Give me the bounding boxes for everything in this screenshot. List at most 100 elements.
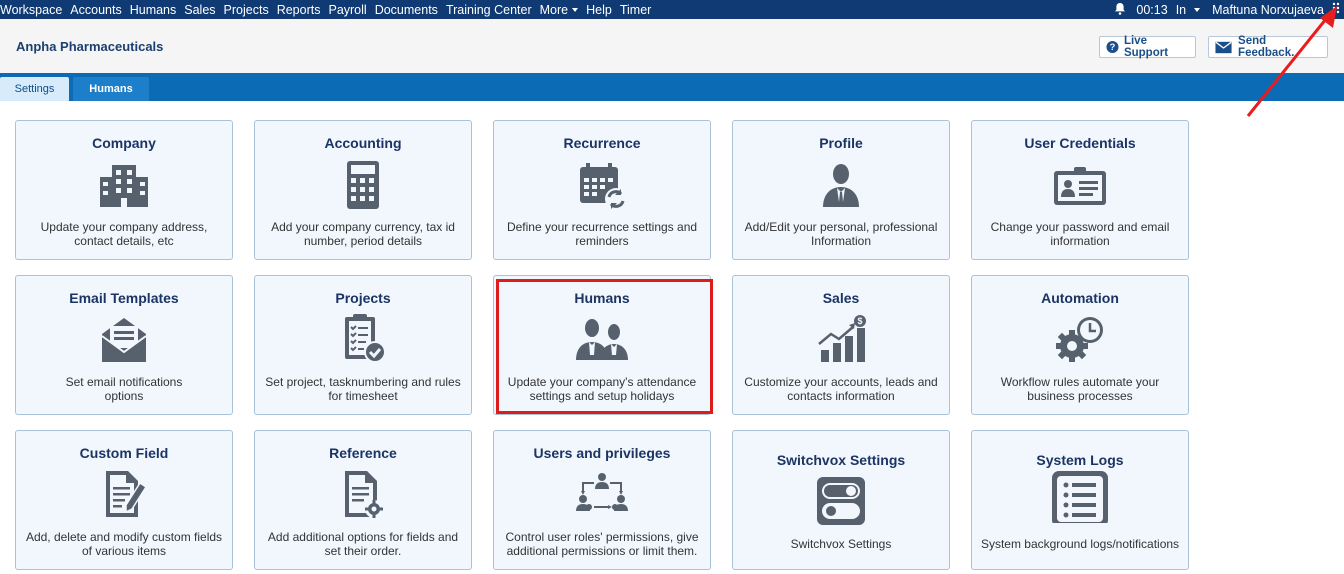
card-description-line1: Customize your accounts, leads and <box>744 375 938 389</box>
card-description-line1: Define your recurrence settings and <box>506 220 698 234</box>
card-title: Sales <box>822 290 860 306</box>
card-profile[interactable]: Profile Add/Edit your personal, professi… <box>732 120 950 260</box>
card-automation[interactable]: Automation Workflow rules automate your … <box>971 275 1189 415</box>
app-grid-icon[interactable] <box>1332 1 1340 18</box>
tab-humans[interactable]: Humans <box>73 77 149 101</box>
card-title: Reference <box>329 445 397 461</box>
live-support-button[interactable]: ? Live Support <box>1099 35 1196 59</box>
card-system-logs[interactable]: System Logs System background logs/notif… <box>971 430 1189 570</box>
envelope-icon <box>101 318 147 362</box>
card-description-line2: information <box>1050 234 1110 248</box>
card-description-line2: set their order. <box>324 544 402 558</box>
calendar-refresh-icon <box>580 163 627 210</box>
card-description-line2: number, period details <box>303 234 423 248</box>
menu-sales[interactable]: Sales <box>184 3 215 17</box>
tab-settings[interactable]: Settings <box>0 77 69 101</box>
toggle-switch-icon <box>817 477 865 525</box>
highlight-box <box>496 279 713 414</box>
company-name: Anpha Pharmaceuticals <box>16 39 164 54</box>
card-title: Users and privileges <box>533 445 671 461</box>
sales-chart-icon: $ <box>818 315 866 362</box>
card-description-line2: options <box>104 389 144 403</box>
menu-projects[interactable]: Projects <box>224 3 269 17</box>
card-description-line1: Switchvox Settings <box>790 537 892 551</box>
document-edit-icon <box>106 471 148 517</box>
card-description-line1: System background logs/notifications <box>980 537 1180 551</box>
user-area: 00:13 In Maftuna Norxujaeva <box>1114 0 1344 19</box>
card-switchvox-settings[interactable]: Switchvox Settings Switchvox Settings <box>732 430 950 570</box>
document-gear-icon <box>345 471 383 518</box>
card-description-line1: Set email notifications <box>65 375 183 389</box>
card-description-line1: Set project, tasknumbering and rules <box>265 375 461 389</box>
menu-payroll[interactable]: Payroll <box>328 3 366 17</box>
card-email-templates[interactable]: Email Templates Set email notifications … <box>15 275 233 415</box>
menu-more[interactable]: More <box>539 2 579 17</box>
question-circle-icon: ? <box>1106 40 1119 54</box>
menu-more-label: More <box>539 2 569 17</box>
card-description-line1: Add/Edit your personal, professional <box>744 220 938 234</box>
card-description-line1: Add additional options for fields and <box>267 530 459 544</box>
card-title: Company <box>92 135 156 151</box>
list-icon <box>1052 471 1108 523</box>
card-description-line2: Information <box>810 234 872 248</box>
card-recurrence[interactable]: Recurrence Define your recurrence settin… <box>493 120 711 260</box>
card-description-line2: contacts information <box>787 389 895 403</box>
menu-training-center[interactable]: Training Center <box>446 3 532 17</box>
card-description-line1: Change your password and email <box>990 220 1170 234</box>
card-description-line2: for timesheet <box>328 389 398 403</box>
menu-documents[interactable]: Documents <box>375 3 438 17</box>
attendance-status-label: In <box>1175 2 1187 17</box>
page-header: Anpha Pharmaceuticals ? Live Support Sen… <box>0 19 1344 73</box>
building-icon <box>100 165 148 207</box>
tab-bar: Settings Humans <box>0 73 1344 101</box>
envelope-icon <box>1215 41 1232 53</box>
calculator-icon <box>347 161 379 209</box>
card-user-credentials[interactable]: User Credentials Change your password an… <box>971 120 1189 260</box>
menu-humans[interactable]: Humans <box>130 3 177 17</box>
send-feedback-button[interactable]: Send Feedback. <box>1208 35 1328 59</box>
card-reference[interactable]: Reference Add additional options for fie… <box>254 430 472 570</box>
menu-help[interactable]: Help <box>586 3 612 17</box>
card-description-line1: Workflow rules automate your <box>1000 375 1160 389</box>
person-icon <box>823 164 859 207</box>
card-description-line1: Control user roles' permissions, give <box>505 530 699 544</box>
card-description-line2: additional permissions or limit them. <box>506 544 698 558</box>
card-projects[interactable]: Projects Set project, tasknumbering and … <box>254 275 472 415</box>
card-custom-field[interactable]: Custom Field Add, delete and modify cust… <box>15 430 233 570</box>
card-title: Email Templates <box>69 290 179 306</box>
card-description-line1: Update your company address, <box>40 220 208 234</box>
card-company[interactable]: Company Update your company address, con… <box>15 120 233 260</box>
card-sales[interactable]: Sales $ Customize your accounts, leads a… <box>732 275 950 415</box>
card-description-line2: contact details, etc <box>74 234 174 248</box>
svg-text:$: $ <box>857 316 862 326</box>
card-description-line2: business processes <box>1027 389 1133 403</box>
attendance-status-dropdown[interactable]: In <box>1175 2 1201 17</box>
chevron-down-icon <box>572 8 579 13</box>
chevron-down-icon <box>1194 8 1201 13</box>
card-title: System Logs <box>1036 452 1124 468</box>
card-users-and-privileges[interactable]: Users and privileges Control user roles'… <box>493 430 711 570</box>
menu-timer[interactable]: Timer <box>620 3 651 17</box>
card-title: Custom Field <box>79 445 169 461</box>
clipboard-check-icon <box>345 314 386 363</box>
id-card-icon <box>1054 167 1106 205</box>
users-network-icon <box>576 473 628 511</box>
gear-clock-icon <box>1056 317 1103 362</box>
card-title: Automation <box>1041 290 1119 306</box>
user-name[interactable]: Maftuna Norxujaeva <box>1212 3 1324 17</box>
menu-workspace[interactable]: Workspace <box>0 3 62 17</box>
card-description-line1: Add, delete and modify custom fields <box>25 530 223 544</box>
clock-time: 00:13 <box>1136 2 1168 17</box>
menu-accounts[interactable]: Accounts <box>70 3 121 17</box>
menu-reports[interactable]: Reports <box>277 3 321 17</box>
send-feedback-label: Send Feedback. <box>1238 35 1295 59</box>
svg-text:?: ? <box>1110 42 1116 52</box>
card-description-line2: reminders <box>575 234 629 248</box>
card-title: Projects <box>335 290 391 306</box>
live-support-label: Live Support <box>1123 35 1169 59</box>
card-title: Profile <box>819 135 863 151</box>
bell-icon[interactable] <box>1114 2 1126 18</box>
card-accounting[interactable]: Accounting Add your company currency, ta… <box>254 120 472 260</box>
card-title: Accounting <box>324 135 402 151</box>
card-title: Switchvox Settings <box>776 452 906 468</box>
